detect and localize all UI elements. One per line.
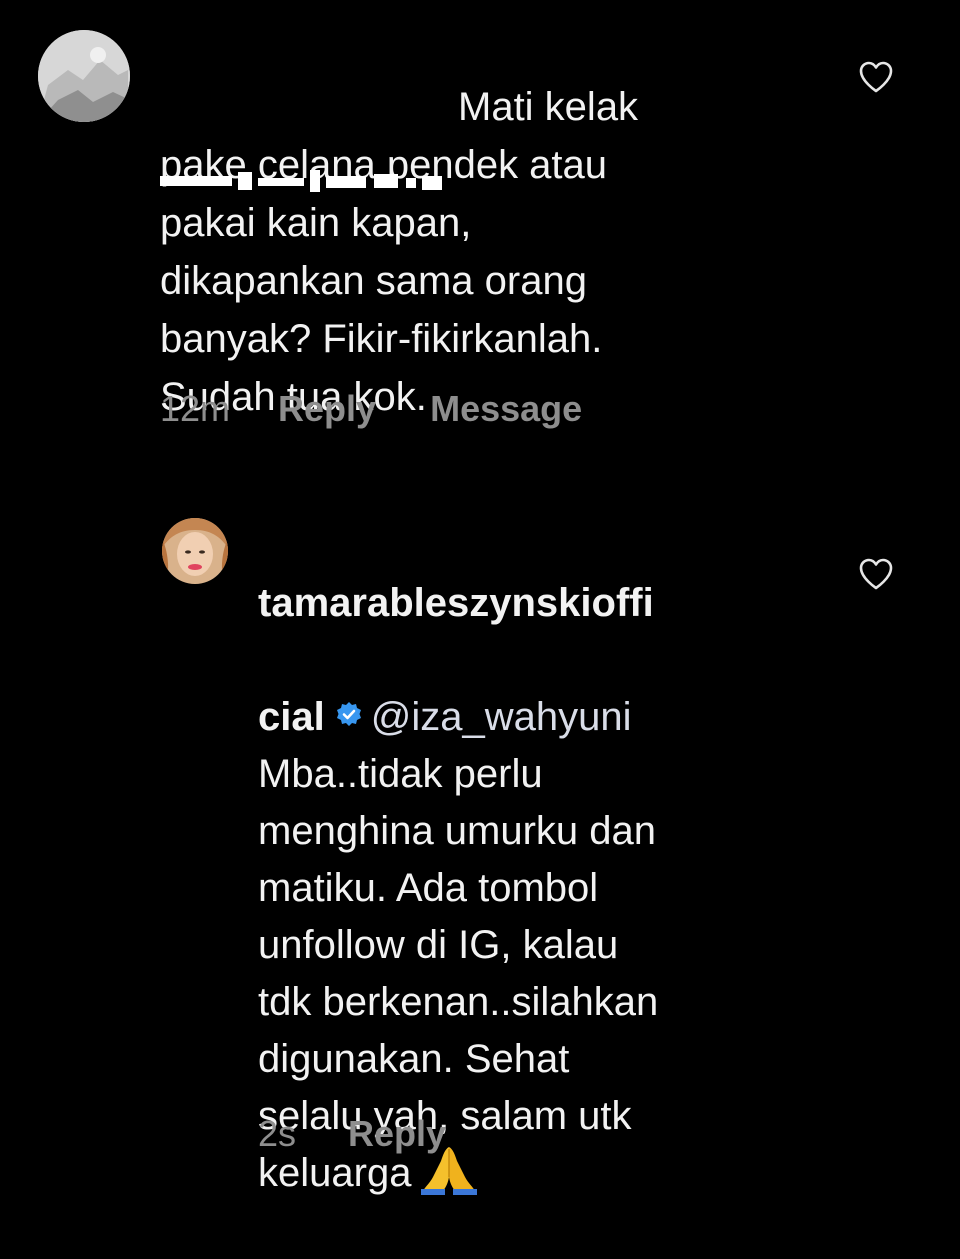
reply-time: 2s — [258, 1113, 297, 1154]
heart-outline-icon[interactable] — [858, 60, 894, 94]
comment-meta: 12m Reply Message — [160, 388, 582, 430]
comment-text-first: Mati kelak — [458, 85, 639, 129]
avatar-image — [162, 518, 228, 584]
reply-button[interactable]: Reply — [278, 388, 376, 430]
avatar-image — [38, 30, 130, 122]
comment-time: 12m — [160, 388, 231, 429]
redacted-username — [160, 92, 448, 193]
commenter-avatar[interactable] — [38, 30, 130, 122]
tamara-avatar[interactable] — [162, 518, 228, 584]
verified-badge-icon — [336, 702, 361, 727]
username[interactable]: tamarableszynskioffi — [258, 575, 818, 632]
reply-meta: 2s Reply — [258, 1113, 446, 1155]
reply-button[interactable]: Reply — [348, 1113, 446, 1155]
mention-link[interactable]: @iza_wahyuni — [371, 695, 632, 739]
username-continued[interactable]: cial — [258, 695, 325, 739]
message-button[interactable]: Message — [430, 388, 582, 430]
heart-outline-icon[interactable] — [858, 557, 894, 591]
